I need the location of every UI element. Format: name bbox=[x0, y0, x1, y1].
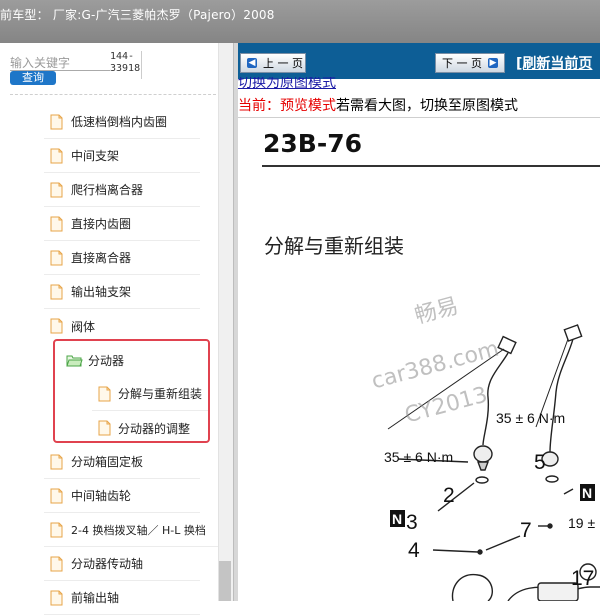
tree-item-label: 低速档倒档内齿圈 bbox=[71, 115, 168, 129]
svg-text:N: N bbox=[392, 511, 402, 527]
scrollbar-track[interactable] bbox=[218, 43, 233, 601]
arrow-right-icon: ▶ bbox=[488, 58, 498, 68]
highlight-annotation bbox=[53, 339, 210, 443]
tree-item[interactable]: 直接内齿圈 bbox=[44, 207, 200, 241]
divider bbox=[10, 94, 216, 95]
tree-item[interactable]: 中间轴齿轮 bbox=[44, 479, 200, 513]
nav-bar: ◀ 上 一 页 下 一 页 ▶ [刷新当前页 bbox=[238, 43, 600, 79]
switch-original-mode-link[interactable]: 切换为原图模式 bbox=[238, 77, 336, 91]
document-icon bbox=[50, 114, 63, 129]
mode-name: 预览模式 bbox=[280, 98, 336, 114]
tree-item[interactable]: 分动器传动轴 bbox=[44, 547, 200, 581]
document-icon bbox=[50, 148, 63, 163]
tree-item[interactable]: 低速档倒档内齿圈 bbox=[44, 105, 200, 139]
callout-5: 5 bbox=[534, 451, 546, 474]
svg-text:N: N bbox=[582, 485, 592, 501]
callout-2: 2 bbox=[443, 484, 455, 507]
document-icon bbox=[50, 318, 63, 334]
tree-item[interactable]: 直接离合器 bbox=[44, 241, 200, 275]
document-icon bbox=[50, 556, 63, 571]
tree-item[interactable]: 输出轴支架 bbox=[44, 275, 200, 309]
page-range-text: 144-33918 bbox=[110, 51, 142, 79]
tree-item[interactable]: 前输出轴 bbox=[44, 581, 200, 615]
search-button[interactable]: 查询 bbox=[10, 71, 56, 85]
tree-item-label: 2-4 换档拨叉轴／ H-L 换档 bbox=[71, 523, 206, 537]
document-icon bbox=[50, 488, 63, 503]
next-page-button[interactable]: 下 一 页 ▶ bbox=[435, 53, 505, 73]
tree-item-label: 输出轴支架 bbox=[71, 285, 132, 299]
window-title: 前车型： 厂家:G-广汽三菱帕杰罗（Pajero）2008 bbox=[0, 8, 275, 22]
document-icon bbox=[50, 250, 63, 265]
prev-page-label: 上 一 页 bbox=[263, 57, 303, 70]
title-bar: 前车型： 厂家:G-广汽三菱帕杰罗（Pajero）2008 bbox=[0, 0, 600, 43]
next-page-label: 下 一 页 bbox=[442, 57, 482, 70]
tree-item-label: 前输出轴 bbox=[71, 591, 120, 605]
document-icon bbox=[50, 522, 63, 537]
tree-item-label: 直接离合器 bbox=[71, 251, 132, 265]
document-icon bbox=[50, 284, 63, 299]
tree-item-label: 分动器传动轴 bbox=[71, 557, 144, 571]
tree-item[interactable]: 中间支架 bbox=[44, 139, 200, 173]
left-panel: 144-33918 查询 低速档倒档内齿圈 中间支架 爬行档离合器 直接内齿圈 … bbox=[0, 43, 233, 615]
torque-label-3: 19 ± bbox=[568, 515, 595, 531]
torque-label-1: 35 ± 6 N·m bbox=[496, 410, 565, 426]
document-icon bbox=[50, 454, 63, 469]
search-input[interactable] bbox=[10, 55, 110, 71]
search-area: 144-33918 查询 bbox=[0, 43, 233, 95]
prev-page-button[interactable]: ◀ 上 一 页 bbox=[240, 53, 306, 73]
tree-item[interactable]: 爬行档离合器 bbox=[44, 173, 200, 207]
torque-label-2: 35 ± 6 N·m bbox=[384, 449, 453, 465]
tree-item[interactable]: 阀体 bbox=[44, 309, 200, 343]
callout-3: 3 bbox=[406, 511, 418, 534]
callout-7: 7 bbox=[520, 519, 532, 542]
tree-item[interactable]: 分动箱固定板 bbox=[44, 445, 200, 479]
tree-item-label: 直接内齿圈 bbox=[71, 217, 132, 231]
tree-item-label: 分动箱固定板 bbox=[71, 455, 144, 469]
arrow-left-icon: ◀ bbox=[247, 58, 257, 68]
mode-status: 当前：预览模式若需看大图，切换至原图模式 bbox=[238, 95, 518, 115]
viewer-panel: ◀ 上 一 页 下 一 页 ▶ [刷新当前页 切换为原图模式 当前：预览模式若需… bbox=[238, 43, 600, 601]
tree-item-label: 中间轴齿轮 bbox=[71, 489, 132, 503]
refresh-page-link[interactable]: [刷新当前页 bbox=[516, 53, 592, 73]
tree-item[interactable]: 2-4 换档拨叉轴／ H-L 换档 bbox=[44, 513, 218, 547]
mode-prefix: 当前： bbox=[238, 98, 280, 114]
document-icon bbox=[50, 216, 63, 231]
tree-item-label: 爬行档离合器 bbox=[71, 183, 144, 197]
tree-item-label: 中间支架 bbox=[71, 149, 120, 163]
tree-item-label: 阀体 bbox=[71, 319, 96, 334]
callout-17: 17 bbox=[571, 567, 594, 590]
mode-hint: 若需看大图，切换至原图模式 bbox=[336, 98, 518, 114]
scrollbar-thumb[interactable] bbox=[219, 561, 231, 601]
document-icon bbox=[50, 590, 63, 605]
callout-4: 4 bbox=[408, 539, 420, 562]
document-icon bbox=[50, 182, 63, 197]
